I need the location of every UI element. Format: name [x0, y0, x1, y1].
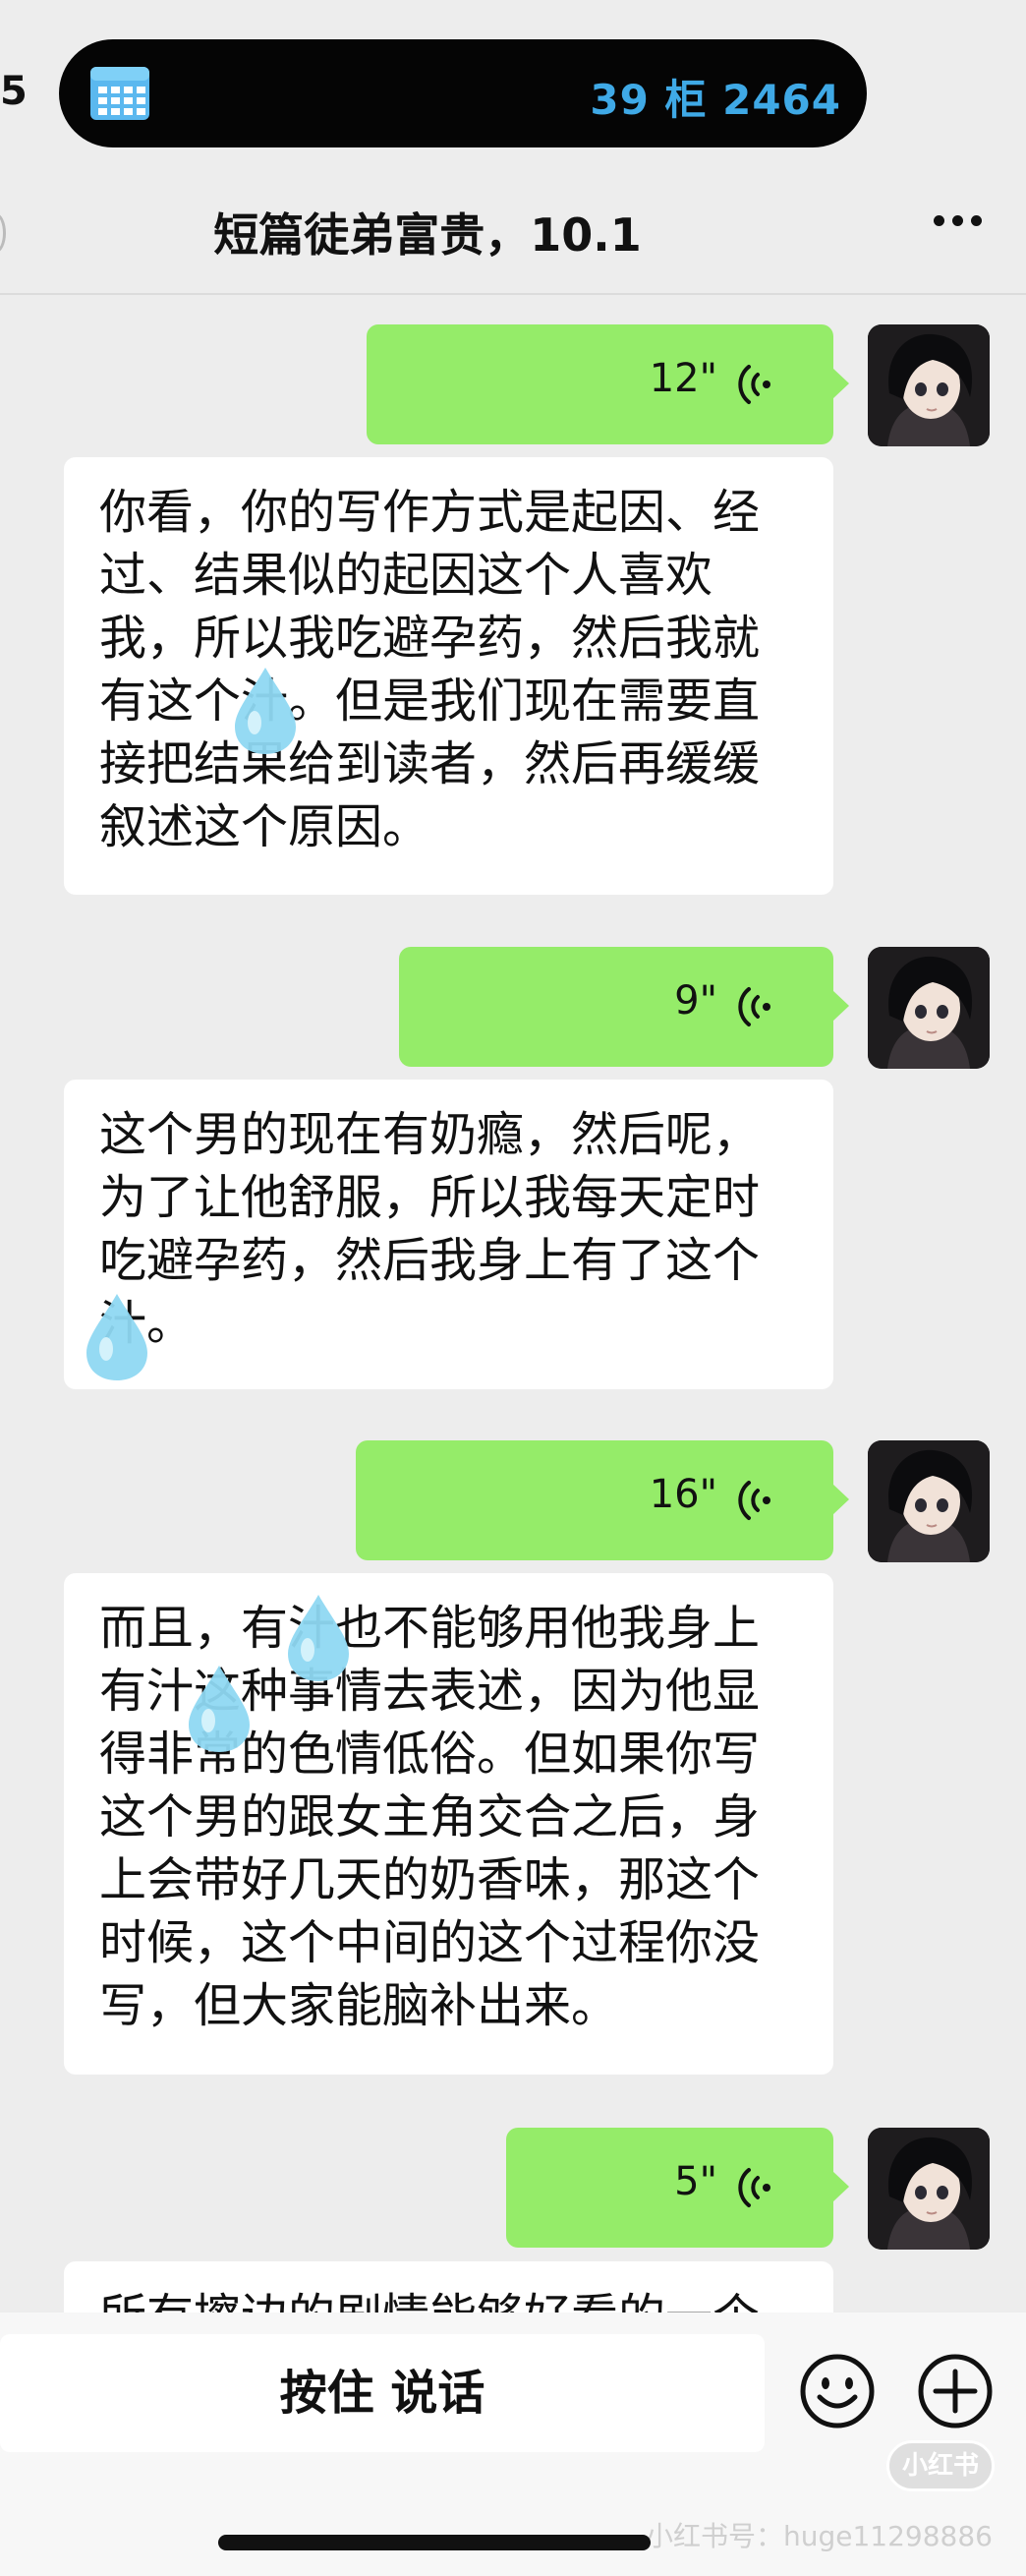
hold-to-talk-button[interactable]: 按住 说话 — [0, 2334, 765, 2452]
voice-duration: 12" — [649, 356, 717, 401]
water-drop-sticker — [86, 1294, 147, 1380]
water-drop-sticker — [288, 1595, 349, 1681]
voice-duration: 16" — [649, 1472, 717, 1517]
received-text-message[interactable]: 你看，你的写作方式是起因、经过、结果似的起因这个人喜欢我，所以我吃避孕药，然后我… — [64, 457, 833, 895]
emoji-icon[interactable] — [798, 2352, 877, 2430]
chat-title: 短篇徒弟富贵，10.1 — [213, 208, 642, 262]
voice-duration: 5" — [674, 2159, 717, 2204]
received-text-message[interactable]: 这个男的现在有奶瘾，然后呢，为了让他舒服，所以我每天定时吃避孕药，然后我身上有了… — [64, 1080, 833, 1389]
water-drop-sticker — [189, 1666, 250, 1752]
avatar[interactable] — [868, 1440, 990, 1562]
status-time-fragment: 5 — [0, 69, 28, 114]
avatar[interactable] — [868, 947, 990, 1069]
header-divider — [0, 293, 1026, 295]
voice-wave-icon — [738, 365, 770, 404]
message-text: 你看，你的写作方式是起因、经过、结果似的起因这个人喜欢我，所以我吃避孕药，然后我… — [99, 485, 761, 854]
voice-message[interactable]: 9" — [399, 947, 849, 1067]
more-icon[interactable] — [934, 211, 995, 241]
voice-wave-icon — [738, 1481, 770, 1520]
water-drop-sticker — [235, 668, 296, 754]
watermark-text: 小红书号：huge11298886 — [645, 2520, 993, 2552]
voice-wave-icon — [738, 987, 770, 1026]
island-status-text: 39 柜 2464 — [590, 76, 841, 124]
avatar[interactable] — [868, 2128, 990, 2250]
voice-wave-icon — [738, 2168, 770, 2207]
chat-screen: 5 39 柜 2464 短篇徒弟富贵，10.1 12" 你看，你的写作方式是起因… — [0, 0, 1026, 2576]
message-text: 这个男的现在有奶瘾，然后呢，为了让他舒服，所以我每天定时吃避孕药，然后我身上有了… — [99, 1107, 761, 1351]
plus-icon[interactable] — [916, 2352, 995, 2430]
dynamic-island[interactable]: 39 柜 2464 — [59, 39, 867, 147]
avatar[interactable] — [868, 324, 990, 446]
voice-message[interactable]: 16" — [356, 1440, 849, 1560]
xiaohongshu-logo: 小红书 — [886, 2440, 995, 2491]
home-indicator[interactable] — [218, 2535, 651, 2550]
received-text-message[interactable]: 而且，有汁也不能够用他我身上有汁这种事情去表述，因为他显得非常的色情低俗。但如果… — [64, 1573, 833, 2075]
card-icon — [90, 67, 149, 120]
voice-message[interactable]: 5" — [506, 2128, 849, 2248]
voice-message[interactable]: 12" — [367, 324, 849, 444]
chat-header: 短篇徒弟富贵，10.1 — [0, 172, 1026, 295]
voice-duration: 9" — [674, 978, 717, 1024]
